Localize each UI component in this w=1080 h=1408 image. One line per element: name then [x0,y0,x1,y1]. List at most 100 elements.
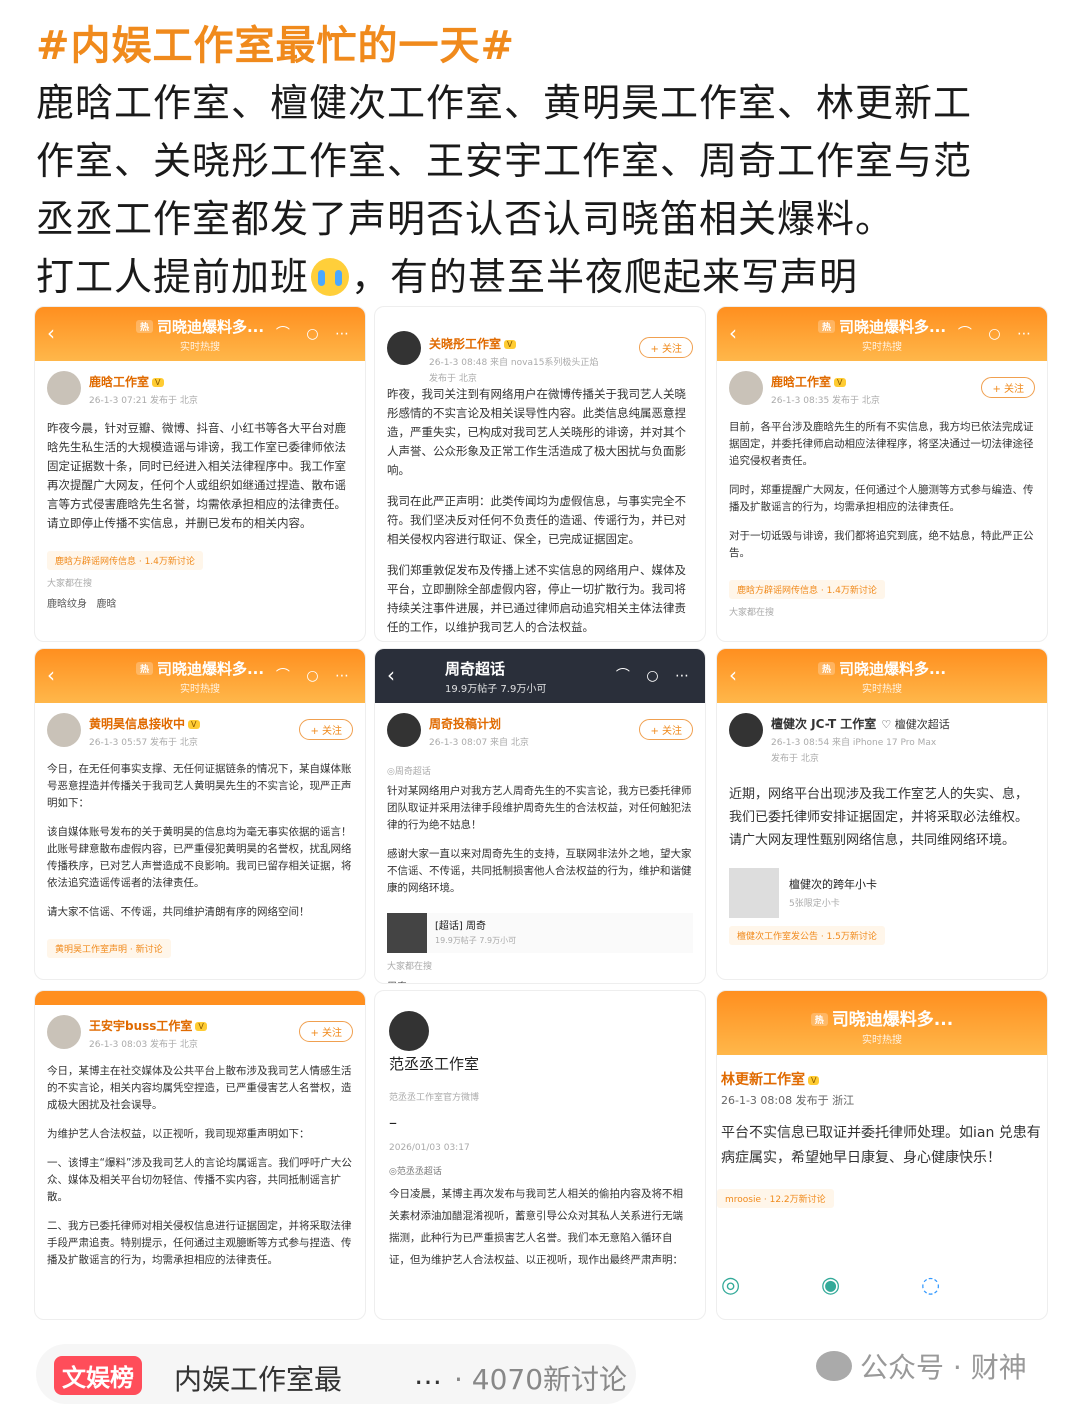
post-body: 昨夜，我司关注到有网络用户在微博传播关于我司艺人关晓彤感情的不实言论及相关误导性… [375,381,705,641]
username[interactable]: 黄明昊信息接收中 [89,717,185,731]
username[interactable]: 周奇投稿计划 [429,717,501,731]
topic-link[interactable]: 檀健次工作室发公告 · 1.5万新讨论 [729,926,885,945]
post-body: 今日，某博主在社交媒体及公共平台上散布涉及我司艺人情感生活的不实言论，相关内容均… [35,1059,365,1285]
super-topic-tag[interactable]: ◎周奇超话 [387,764,693,781]
avatar[interactable] [387,331,421,365]
post-paragraph-1: 针对某网络用户对我方艺人周奇先生的不实言论，我方已委托律师团队取证并采用法律手段… [387,785,692,831]
user-line: 黄明昊信息接收中 V 26-1-3 05:57 发布于 北京 + 关注 [35,703,365,757]
user-line: 鹿晗工作室 V 26-1-3 08:35 发布于 北京 + 关注 [717,361,1047,415]
account-subtitle: 范丞丞工作室官方微博 [389,1093,480,1103]
embedded-topic[interactable]: [超话] 周奇 19.9万帖子 7.9万小可 [387,913,693,953]
embed-title: [超话] 周奇 [435,921,486,932]
super-topic-tag[interactable]: ◎范丞丞超话 [375,1156,705,1177]
username[interactable]: 关晓彤工作室 [429,337,501,351]
super-topic-header: ‹ 周奇超话 19.9万帖子 7.9万小可 ⌒ ○ ⋯ [375,649,705,703]
header-actions-icon[interactable]: ⌒ ○ ⋯ [958,323,1037,343]
ranking-badge: 文娱榜 [54,1356,142,1395]
user-line: 范丞丞工作室 [375,991,705,1087]
ranking-topic: 内娱工作室最 [174,1363,343,1396]
header-actions-icon[interactable]: ⌒ ○ ⋯ [276,665,355,685]
header-actions-icon[interactable]: ⌒ ○ ⋯ [276,323,355,343]
post-text: 平台不实信息已取证并委托律师处理。如ian 兑患有病症属实，希望她早日康复、身心… [721,1125,1041,1166]
topic-ranking-bar[interactable]: 文娱榜 内娱工作室最 … · 4070新讨论 [36,1344,636,1404]
embedded-card[interactable]: 檀健次的跨年小卡 5张限定小卡 [729,868,1035,918]
back-arrow-icon[interactable]: ‹ [387,663,395,687]
wechat-watermark: 公众号 · 财神 [816,1346,1027,1386]
post-body: 近期，网络平台出现涉及我工作室艺人的失实、息，我们已委托律师安排证据固定，并将采… [717,779,1047,868]
hashtag-title[interactable]: #内娱工作室最忙的一天# [36,18,1056,74]
post-location: 发布于 北京 [771,754,819,764]
follow-button[interactable]: + 关注 [981,377,1035,398]
follow-button[interactable]: + 关注 [639,337,693,358]
vip-badge: V [834,378,846,387]
moments-share-icon[interactable]: ◉ [821,1273,840,1298]
follow-button[interactable]: + 关注 [299,719,353,740]
search-hint: 大家都在搜 [729,608,775,618]
username[interactable]: 林更新工作室 [721,1072,805,1088]
post-paragraph-1: 昨夜，我司关注到有网络用户在微博传播关于我司艺人关晓彤感情的不实言论及相关误导性… [387,387,686,477]
super-topic-link[interactable]: ♡ 檀健次超话 [881,718,949,731]
hot-tag: 热 [817,662,835,675]
post-body: 平台不实信息已取证并委托律师处理。如ian 兑患有病症属实，希望她早日康复、身心… [717,1117,1047,1187]
post-body: 今日凌晨，某博主再次发布与我司艺人相关的偷拍内容及将不相关素材添油加醋混淆视听，… [375,1177,705,1289]
header-subtitle: 实时热搜 [862,684,902,695]
topic-link[interactable]: 黄明昊工作室声明 · 新讨论 [47,939,171,958]
screenshot-card-luhan: ‹ 热司晓迪爆料多... 实时热搜 ⌒ ○ ⋯ 鹿晗工作室 V 26-1-3 07… [34,306,366,642]
topic-link[interactable]: mroosie · 12.2万新讨论 [717,1189,834,1208]
vip-badge: V [152,378,164,387]
avatar[interactable] [389,1011,429,1051]
user-line: 关晓彤工作室 V 26-1-3 08:48 来自 nova15系列极头正焰 发布于… [375,307,705,384]
post-paragraph-2: 同时，郑重提醒广大网友，任何通过个人臆测等方式参与编造、传播及扩散谣言的行为，均… [729,484,1034,513]
post-paragraph-2: 该自媒体账号发布的关于黄明昊的信息均为毫无事实依据的谣言！此账号肆意散布虚假内容… [47,826,352,889]
avatar[interactable] [729,371,763,405]
vip-badge: V [808,1076,820,1085]
divider-dash: – [389,1113,397,1132]
qq-share-icon[interactable]: ◌ [921,1273,940,1298]
headline-line-4b: ，有的甚至半夜爬起来写声明 [351,255,859,299]
avatar[interactable] [387,713,421,747]
tag-1[interactable]: 鹿晗纹身 [47,599,87,610]
screenshot-card-huang: ‹ 热司晓迪爆料多... 实时热搜 ⌒ ○ ⋯ 黄明昊信息接收中 V 26-1-3… [34,648,366,980]
vip-badge: V [195,1022,207,1031]
embed-thumbnail [387,913,427,953]
user-line: 周奇投稿计划 26-1-3 08:07 来自 北京 + 关注 [375,703,705,757]
tag-2[interactable]: 鹿晗 [97,599,117,610]
top-strip [35,991,365,1005]
username[interactable]: 鹿晗工作室 [89,375,149,389]
header-subtitle: 实时热搜 [862,1035,902,1046]
hot-tag: 热 [135,662,153,675]
follow-button[interactable]: + 关注 [639,719,693,740]
avatar[interactable] [47,371,81,405]
topic-link[interactable]: 鹿晗方辟谣网传信息 · 1.4万新讨论 [47,551,203,570]
post-paragraph-2: 为维护艺人合法权益，以正视听，我司现郑重声明如下： [47,1128,310,1140]
related-tags: 鹿晗纹身 鹿晗 [35,589,365,616]
username[interactable]: 檀健次 JC-T 工作室 [771,717,876,731]
post-paragraph-3: 一、该博主“爆料”涉及我司艺人的言论均属谣言。我们呼吁广大公众、媒体及相关平台切… [47,1157,352,1203]
avatar[interactable] [47,713,81,747]
hot-tag: 热 [817,320,835,333]
avatar[interactable] [729,713,763,747]
post-meta: 26-1-3 08:54 来自 iPhone 17 Pro Max [771,738,937,748]
screenshot-card-zhou: ‹ 周奇超话 19.9万帖子 7.9万小可 ⌒ ○ ⋯ 周奇投稿计划 26-1-… [374,648,706,984]
post-body: 昨夜今晨，针对豆瓣、微博、抖音、小红书等各大平台对鹿晗先生私生活的大规模造谣与诽… [35,415,365,549]
user-line: 王安宇buss工作室 V 26-1-3 08:03 发布于 北京 + 关注 [35,1005,365,1059]
hot-search-header: ‹ 热司晓迪爆料多... 实时热搜 ⌒ ○ ⋯ [717,307,1047,361]
username[interactable]: 王安宇buss工作室 [89,1019,192,1033]
username[interactable]: 鹿晗工作室 [771,375,831,389]
follow-button[interactable]: + 关注 [299,1021,353,1042]
user-line: 檀健次 JC-T 工作室 ♡ 檀健次超话 26-1-3 08:54 来自 iPh… [717,703,1047,779]
wechat-share-icon[interactable]: ◎ [721,1273,740,1298]
ranking-count: · 4070新讨论 [454,1363,628,1396]
share-bar: ◎ ◉ ◌ [717,1273,1047,1303]
topic-link[interactable]: 鹿晗方辟谣网传信息 · 1.4万新讨论 [729,580,885,599]
related-tag[interactable]: 周奇 [375,972,705,983]
post-text: 近期，网络平台出现涉及我工作室艺人的失实、息，我们已委托律师安排证据固定，并将采… [729,787,1029,848]
username[interactable]: 范丞丞工作室 [389,1053,705,1074]
search-hint: 大家都在搜 [387,962,433,972]
avatar[interactable] [47,1015,81,1049]
wechat-icon [816,1351,852,1381]
post-paragraph-3: 对于一切诋毁与诽谤，我们都将追究到底，绝不姑息，特此严正公告。 [729,530,1034,559]
header-title: 司晓迪爆料多... [156,660,265,678]
wechat-account: 公众号 · 财神 [860,1351,1027,1384]
header-actions-icon[interactable]: ⌒ ○ ⋯ [616,665,695,685]
